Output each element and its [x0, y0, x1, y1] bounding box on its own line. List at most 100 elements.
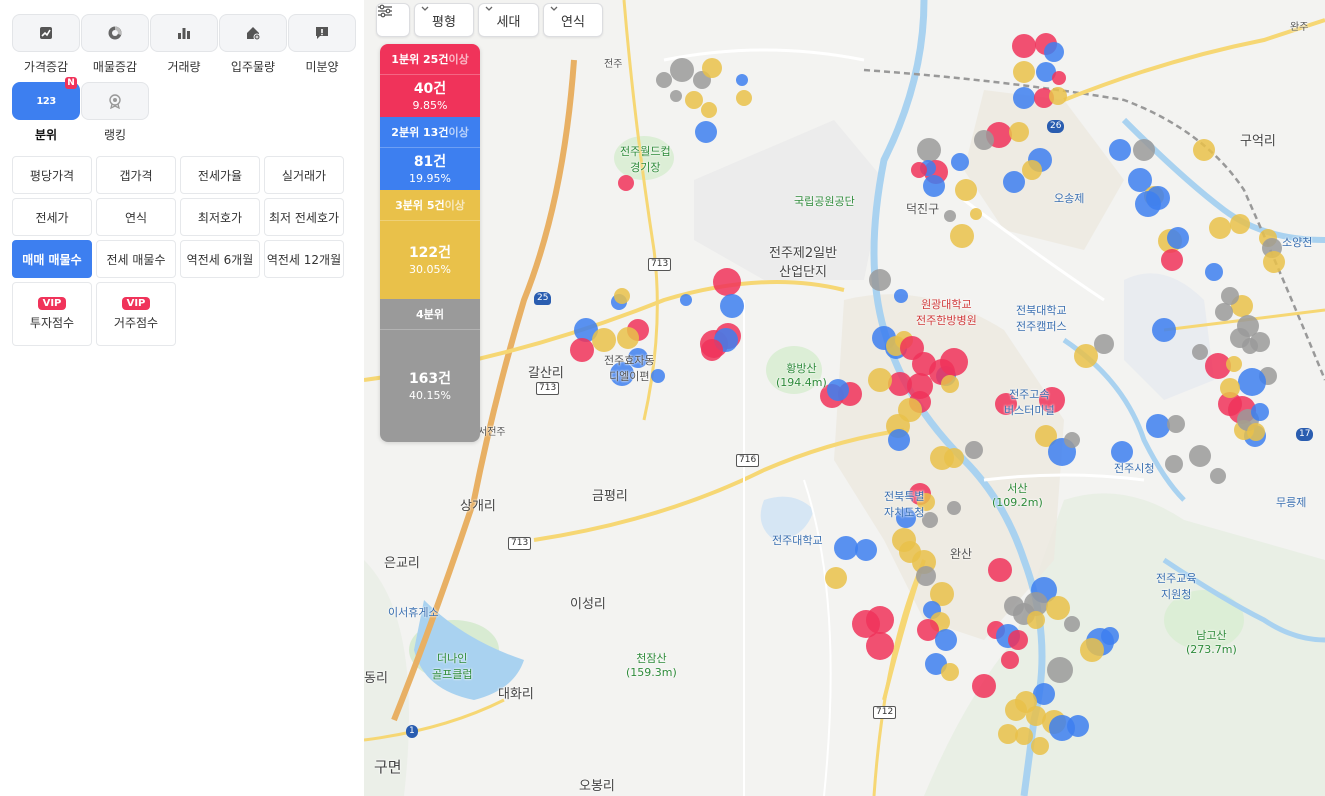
category-move-in[interactable]	[219, 14, 287, 52]
listing-bubble[interactable]	[998, 724, 1018, 744]
option-living-score[interactable]: VIP 거주점수	[96, 282, 176, 346]
listing-bubble[interactable]	[670, 90, 682, 102]
listing-bubble[interactable]	[1215, 303, 1233, 321]
listing-bubble[interactable]	[866, 606, 894, 634]
listing-bubble[interactable]	[1094, 334, 1114, 354]
listing-bubble[interactable]	[1013, 87, 1035, 109]
option-price-per-pyeong[interactable]: 평당가격	[12, 156, 92, 194]
listing-bubble[interactable]	[614, 288, 630, 304]
listing-bubble[interactable]	[685, 91, 703, 109]
listing-bubble[interactable]	[1044, 42, 1064, 62]
listing-bubble[interactable]	[1205, 263, 1223, 281]
listing-bubble[interactable]	[701, 339, 723, 361]
listing-bubble[interactable]	[1013, 61, 1035, 83]
listing-bubble[interactable]	[713, 268, 741, 296]
listing-bubble[interactable]	[941, 663, 959, 681]
listing-bubble[interactable]	[1189, 445, 1211, 467]
listing-bubble[interactable]	[1049, 87, 1067, 105]
listing-bubble[interactable]	[855, 539, 877, 561]
listing-bubble[interactable]	[972, 674, 996, 698]
listing-bubble[interactable]	[866, 632, 894, 660]
listing-bubble[interactable]	[680, 294, 692, 306]
listing-bubble[interactable]	[1161, 249, 1183, 271]
option-reverse-jeonse-6m[interactable]: 역전세 6개월	[180, 240, 260, 278]
listing-bubble[interactable]	[1008, 630, 1028, 650]
listing-bubble[interactable]	[1009, 122, 1029, 142]
listing-bubble[interactable]	[1003, 171, 1025, 193]
listing-bubble[interactable]	[695, 121, 717, 143]
listing-bubble[interactable]	[1226, 356, 1242, 372]
listing-bubble[interactable]	[1080, 638, 1104, 662]
option-building-age[interactable]: 연식	[96, 198, 176, 236]
listing-bubble[interactable]	[1230, 214, 1250, 234]
listing-bubble[interactable]	[1064, 616, 1080, 632]
listing-bubble[interactable]	[1047, 657, 1073, 683]
listing-bubble[interactable]	[974, 130, 994, 150]
listing-bubble[interactable]	[1167, 415, 1185, 433]
listing-bubble[interactable]	[894, 289, 908, 303]
listing-bubble[interactable]	[570, 338, 594, 362]
category-price-change[interactable]	[12, 14, 80, 52]
listing-bubble[interactable]	[1192, 344, 1208, 360]
listing-bubble[interactable]	[827, 379, 849, 401]
listing-bubble[interactable]	[720, 294, 744, 318]
listing-bubble[interactable]	[1146, 186, 1170, 210]
listing-bubble[interactable]	[1167, 227, 1189, 249]
option-sale-listings[interactable]: 매매 매물수	[12, 240, 92, 278]
listing-bubble[interactable]	[1027, 611, 1045, 629]
listing-bubble[interactable]	[1046, 596, 1070, 620]
map-view[interactable]: 전주월드컵 경기장 국립공원공단 전주제2일반 산업단지 덕진구 원광대학교 전…	[364, 0, 1325, 796]
dropdown-area[interactable]: 평형	[414, 3, 474, 37]
listing-bubble[interactable]	[1193, 139, 1215, 161]
listing-bubble[interactable]	[1001, 651, 1019, 669]
listing-bubble[interactable]	[935, 629, 957, 651]
category-listing-change[interactable]	[81, 14, 149, 52]
listing-bubble[interactable]	[917, 138, 941, 162]
listing-bubble[interactable]	[1220, 378, 1240, 398]
listing-bubble[interactable]	[1109, 139, 1131, 161]
dropdown-age[interactable]: 연식	[543, 3, 603, 37]
listing-bubble[interactable]	[1146, 414, 1170, 438]
listing-bubble[interactable]	[1101, 627, 1119, 645]
listing-bubble[interactable]	[951, 153, 969, 171]
listing-bubble[interactable]	[1031, 737, 1049, 755]
option-invest-score[interactable]: VIP 투자점수	[12, 282, 92, 346]
listing-bubble[interactable]	[825, 567, 847, 589]
listing-bubble[interactable]	[1221, 287, 1239, 305]
option-min-asking[interactable]: 최저호가	[180, 198, 260, 236]
dropdown-households[interactable]: 세대	[478, 3, 539, 37]
option-min-jeonse-asking[interactable]: 최저 전세호가	[264, 198, 344, 236]
listing-bubble[interactable]	[869, 269, 891, 291]
option-jeonse-price[interactable]: 전세가	[12, 198, 92, 236]
listing-bubble[interactable]	[888, 429, 910, 451]
option-jeonse-listings[interactable]: 전세 매물수	[96, 240, 176, 278]
category-volume[interactable]	[150, 14, 218, 52]
listing-bubble[interactable]	[834, 536, 858, 560]
listing-bubble[interactable]	[947, 501, 961, 515]
listing-bubble[interactable]	[911, 162, 927, 178]
option-real-trade-price[interactable]: 실거래가	[264, 156, 344, 194]
filter-button[interactable]	[376, 3, 410, 37]
listing-bubble[interactable]	[1165, 455, 1183, 473]
listing-bubble[interactable]	[916, 566, 936, 586]
listing-bubble[interactable]	[1022, 160, 1042, 180]
category-ranking[interactable]	[81, 82, 149, 120]
listing-bubble[interactable]	[868, 368, 892, 392]
listing-bubble[interactable]	[941, 375, 959, 393]
listing-bubble[interactable]	[1012, 34, 1036, 58]
listing-bubble[interactable]	[1251, 403, 1269, 421]
listing-bubble[interactable]	[736, 74, 748, 86]
listing-bubble[interactable]	[592, 328, 616, 352]
listing-bubble[interactable]	[955, 179, 977, 201]
listing-bubble[interactable]	[1209, 217, 1231, 239]
listing-bubble[interactable]	[617, 327, 639, 349]
listing-bubble[interactable]	[702, 58, 722, 78]
listing-bubble[interactable]	[923, 175, 945, 197]
listing-bubble[interactable]	[1263, 251, 1285, 273]
listing-bubble[interactable]	[1064, 432, 1080, 448]
listing-bubble[interactable]	[656, 72, 672, 88]
listing-bubble[interactable]	[944, 210, 956, 222]
option-reverse-jeonse-12m[interactable]: 역전세 12개월	[264, 240, 344, 278]
listing-bubble[interactable]	[1152, 318, 1176, 342]
listing-bubble[interactable]	[1210, 468, 1226, 484]
